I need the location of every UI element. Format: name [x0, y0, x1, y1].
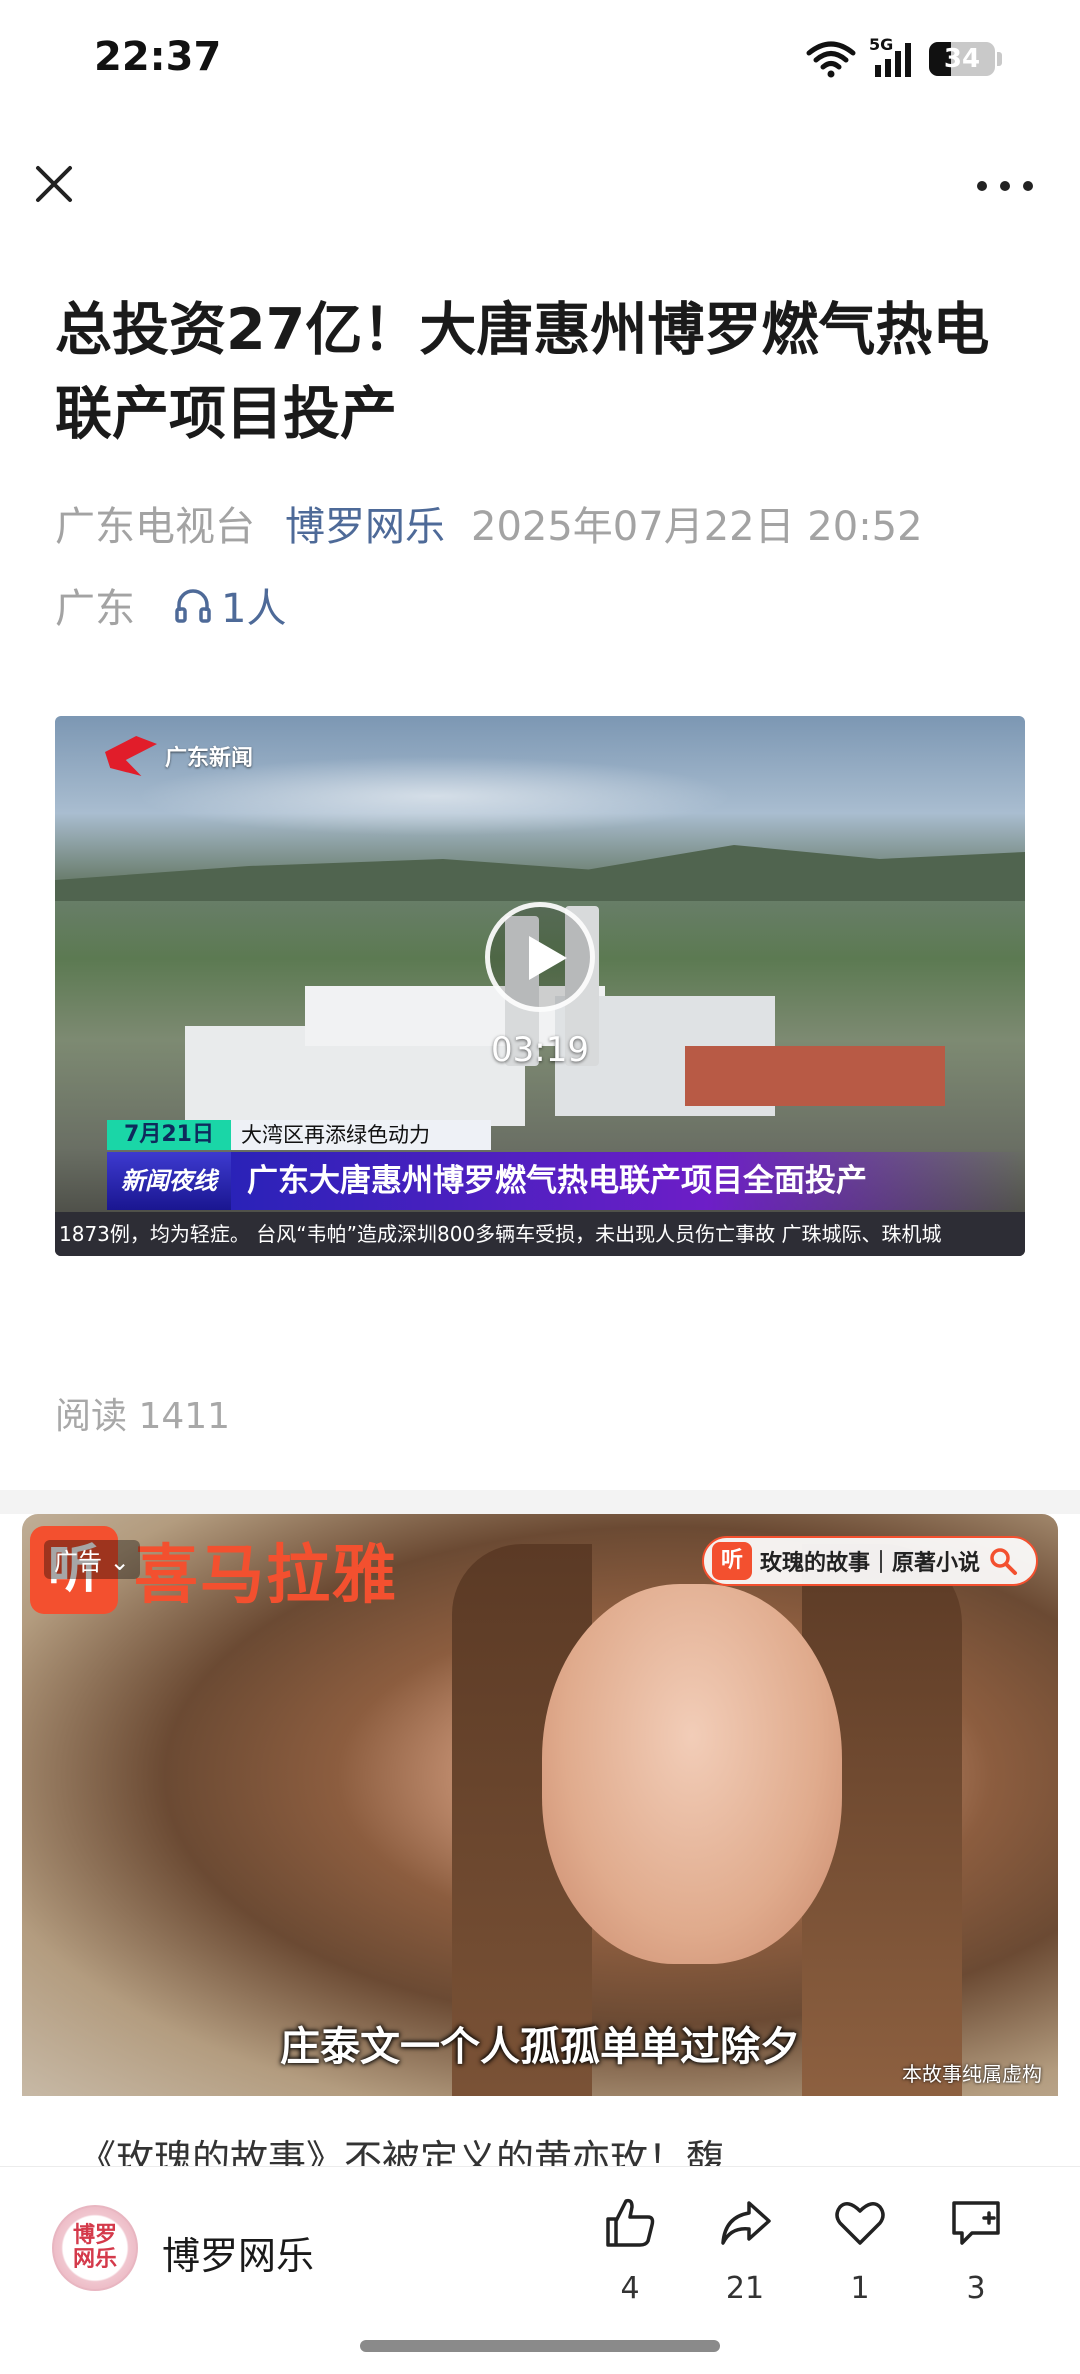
chevron-down-icon: ⌄	[109, 1548, 130, 1576]
close-button[interactable]	[30, 160, 78, 208]
share-icon	[721, 2201, 771, 2245]
article-meta: 广东电视台 博罗网乐 2025年07月22日 20:52	[55, 494, 923, 552]
ad-search-text: 玫瑰的故事｜原著小说	[760, 1551, 981, 1576]
comment-count: 3	[966, 2271, 986, 2306]
news-ticker: 1873例，均为轻症。 台风“韦帕”造成深圳800多辆车受损，未出现人员伤亡事故…	[55, 1212, 1025, 1256]
news-program-tag: 新闻夜线	[107, 1152, 231, 1210]
news-headline: 广东大唐惠州博罗燃气热电联产项目全面投产	[231, 1152, 1025, 1210]
wifi-icon	[806, 41, 856, 78]
status-icons: 5G 34	[805, 35, 1002, 82]
listen-button[interactable]: 1人	[173, 576, 286, 634]
article-region: 广东	[55, 586, 135, 632]
section-divider	[0, 1490, 1080, 1514]
thumbs-up-icon	[606, 2198, 655, 2247]
news-subtitle-tag: 大湾区再添绿色动力	[231, 1120, 491, 1150]
avatar-text-bottom: 网乐	[72, 2247, 117, 2272]
author-link[interactable]: 博罗网乐	[285, 504, 445, 550]
news-date-tag: 7月21日	[107, 1120, 231, 1150]
like-button[interactable]: 4	[590, 2195, 670, 2306]
close-icon	[36, 166, 72, 202]
ad-label-text: 广告	[54, 1548, 102, 1576]
more-icon	[977, 181, 1033, 191]
heart-icon	[835, 2202, 885, 2245]
listener-count: 1人	[221, 586, 287, 632]
play-button[interactable]	[485, 902, 595, 1012]
comment-add-icon	[952, 2201, 1000, 2245]
share-count: 21	[725, 2271, 765, 2306]
favorite-button[interactable]: 1	[820, 2195, 900, 2306]
video-duration: 03:19	[491, 1030, 589, 1070]
article-source: 广东电视台	[55, 504, 255, 550]
status-bar: 22:37 5G 34	[0, 0, 1080, 120]
news-lower-third: 7月21日 大湾区再添绿色动力 新闻夜线 广东大唐惠州博罗燃气热电联产项目全面投…	[107, 1120, 1025, 1214]
like-count: 4	[620, 2271, 640, 2306]
share-button[interactable]: 21	[705, 2195, 785, 2306]
video-player[interactable]: 广东新闻 03:19 7月21日 大湾区再添绿色动力 新闻夜线 广东大唐惠州博罗…	[55, 716, 1025, 1256]
ad-disclaimer: 本故事纯属虚构	[902, 2062, 1042, 2086]
more-options-button[interactable]	[970, 166, 1040, 206]
account-name[interactable]: 博罗网乐	[162, 2225, 314, 2280]
ad-image[interactable]: 听 喜马拉雅 广告 ⌄ 听 玫瑰的故事｜原著小说 庄泰文一个人孤孤单单过除夕 本…	[22, 1514, 1058, 2096]
read-count: 阅读 1411	[55, 1396, 231, 1437]
article-meta-secondary: 广东 1人	[55, 576, 286, 634]
ad-card[interactable]: 听 喜马拉雅 广告 ⌄ 听 玫瑰的故事｜原著小说 庄泰文一个人孤孤单单过除夕 本…	[22, 1514, 1058, 2174]
account-avatar[interactable]: 博罗 网乐	[52, 2205, 138, 2291]
battery-level: 34	[943, 44, 981, 74]
cellular-signal-icon: 5G	[869, 35, 917, 79]
home-indicator[interactable]	[360, 2340, 720, 2352]
play-icon	[529, 936, 567, 980]
article-title: 总投资27亿！大唐惠州博罗燃气热电联产项目投产	[55, 297, 990, 447]
avatar-text-top: 博罗	[72, 2223, 117, 2248]
channel-logo: 广东新闻	[105, 736, 253, 776]
channel-logo-text: 广东新闻	[165, 746, 254, 771]
article-datetime: 2025年07月22日 20:52	[471, 504, 923, 550]
ximalaya-brand-text: 喜马拉雅	[134, 1539, 398, 1613]
headphones-icon	[175, 589, 211, 623]
battery-icon: 34	[929, 42, 995, 76]
comment-button[interactable]: 3	[936, 2195, 1016, 2306]
status-time: 22:37	[94, 34, 222, 80]
ad-search-box[interactable]: 听 玫瑰的故事｜原著小说	[702, 1536, 1038, 1586]
favorite-count: 1	[850, 2271, 870, 2306]
ximalaya-mini-logo: 听	[712, 1542, 752, 1580]
search-icon	[990, 1548, 1018, 1575]
ad-label-button[interactable]: 广告 ⌄	[44, 1540, 140, 1579]
channel-logo-mark	[105, 736, 157, 776]
